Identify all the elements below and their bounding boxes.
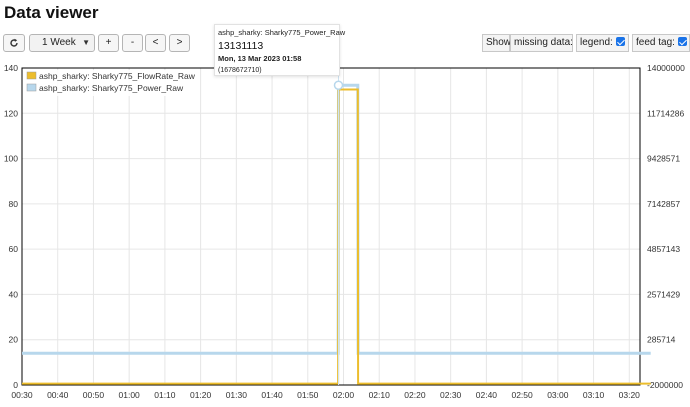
legend-checkbox[interactable] bbox=[615, 37, 625, 46]
x-tick-label: 01:40 bbox=[261, 390, 283, 400]
chevron-down-icon: ▼ bbox=[82, 38, 90, 47]
y-left-tick-label: 80 bbox=[9, 199, 19, 209]
y-right-tick-label: -2000000 bbox=[647, 380, 683, 390]
tooltip-value: 13131113 bbox=[218, 40, 264, 52]
missing-data-toggle[interactable]: missing data: bbox=[510, 34, 585, 52]
x-tick-label: 02:20 bbox=[404, 390, 426, 400]
zoom-in-button[interactable]: + bbox=[98, 34, 119, 52]
tooltip-date: Mon, 13 Mar 2023 01:58 bbox=[218, 54, 302, 63]
y-right-tick-label: 14000000 bbox=[647, 63, 685, 73]
show-button[interactable]: Show bbox=[482, 34, 511, 52]
x-tick-label: 00:50 bbox=[83, 390, 105, 400]
y-right-tick-label: 4857143 bbox=[647, 244, 680, 254]
x-tick-label: 02:50 bbox=[511, 390, 533, 400]
tooltip-series-name: ashp_sharky: Sharky775_Power_Raw bbox=[218, 28, 346, 37]
legend-label-flowrate: ashp_sharky: Sharky775_FlowRate_Raw bbox=[39, 71, 196, 81]
zoom-out-button[interactable]: - bbox=[122, 34, 143, 52]
chart[interactable]: 00:30 00:40 00:50 01:00 01:10 01:20 01:30 01:40… bbox=[0, 60, 690, 407]
x-tick-label: 02:30 bbox=[440, 390, 462, 400]
legend-swatch-power bbox=[26, 83, 37, 92]
feed-tag-checkbox[interactable] bbox=[677, 37, 687, 46]
legend-label: legend: bbox=[580, 37, 613, 48]
y-right-tick-label: 9428571 bbox=[647, 154, 680, 164]
y-right-tick-label: 7142857 bbox=[647, 199, 680, 209]
time-range-select[interactable]: 1 Week ▼ bbox=[29, 34, 95, 52]
x-tick-label: 01:00 bbox=[119, 390, 141, 400]
feed-tag-toggle[interactable]: feed tag: bbox=[632, 34, 690, 52]
y-left-tick-label: 100 bbox=[4, 154, 18, 164]
y-right-tick-label: 285714 bbox=[647, 335, 676, 345]
legend-swatch-flowrate bbox=[26, 71, 37, 80]
y-right-tick-label: 11714286 bbox=[647, 108, 684, 118]
x-tick-label: 03:20 bbox=[619, 390, 641, 400]
refresh-icon bbox=[10, 38, 18, 47]
plot-area bbox=[22, 68, 640, 385]
x-tick-label: 00:40 bbox=[47, 390, 69, 400]
x-tick-label: 02:00 bbox=[333, 390, 355, 400]
x-tick-label: 02:40 bbox=[476, 390, 498, 400]
x-tick-label: 01:20 bbox=[190, 390, 212, 400]
legend-label-power: ashp_sharky: Sharky775_Power_Raw bbox=[39, 83, 184, 93]
x-tick-label: 01:10 bbox=[154, 390, 176, 400]
x-tick-label: 01:30 bbox=[226, 390, 248, 400]
feed-tag-label: feed tag: bbox=[636, 37, 675, 48]
legend-toggle[interactable]: legend: bbox=[576, 34, 629, 52]
y-left-tick-label: 0 bbox=[13, 380, 18, 390]
x-tick-label: 01:50 bbox=[297, 390, 319, 400]
data-tooltip: ashp_sharky: Sharky775_Power_Raw 1313111… bbox=[214, 24, 346, 76]
y-left-tick-label: 40 bbox=[9, 289, 19, 299]
y-left-tick-label: 140 bbox=[4, 63, 18, 73]
y-left-tick-label: 20 bbox=[9, 335, 19, 345]
pan-right-button[interactable]: > bbox=[169, 34, 190, 52]
pan-left-button[interactable]: < bbox=[145, 34, 166, 52]
display-options: Show missing data: legend: feed tag: bbox=[482, 34, 690, 52]
time-range-value: 1 Week bbox=[42, 37, 76, 48]
y-right-tick-label: 2571429 bbox=[647, 289, 680, 299]
x-tick-label: 03:00 bbox=[547, 390, 569, 400]
x-tick-label: 03:10 bbox=[583, 390, 605, 400]
missing-data-label: missing data: bbox=[514, 37, 573, 48]
y-left-tick-label: 120 bbox=[4, 108, 18, 118]
refresh-button[interactable] bbox=[3, 34, 25, 52]
x-tick-label: 02:10 bbox=[369, 390, 391, 400]
hover-point-marker bbox=[333, 80, 344, 90]
x-tick-label: 00:30 bbox=[11, 390, 33, 400]
y-left-tick-label: 60 bbox=[9, 244, 19, 254]
tooltip-timestamp: (1678672710) bbox=[218, 67, 262, 74]
page-title: Data viewer bbox=[4, 3, 99, 22]
